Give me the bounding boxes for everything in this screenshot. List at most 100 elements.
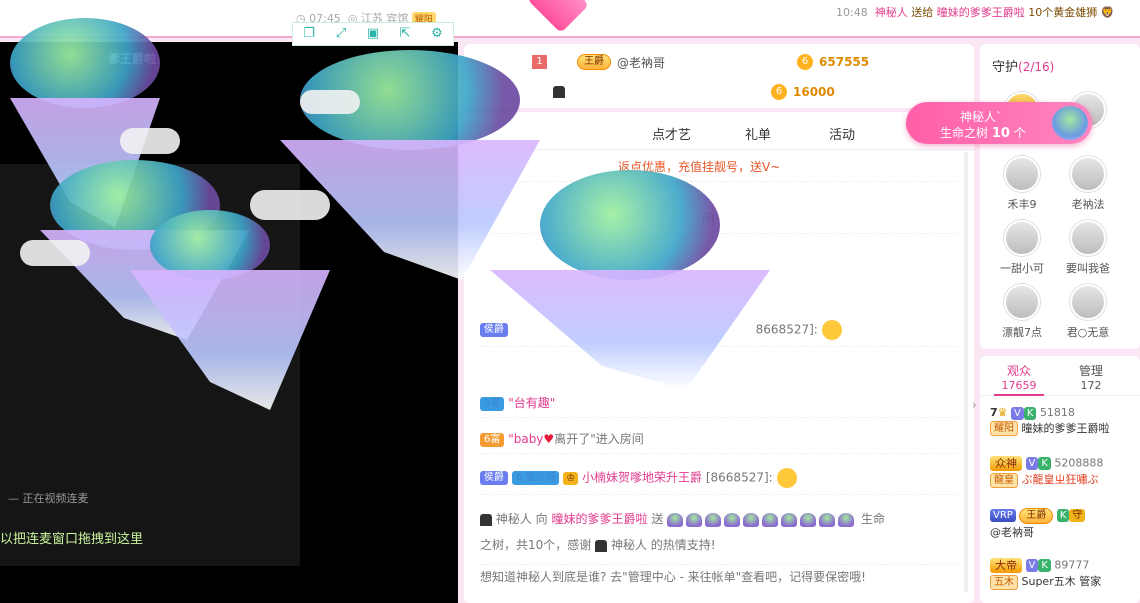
audience-panel: 观众 17659 管理 172 7♛ VK 51818 耀阳 曈妹的爹爹王爵啦 …	[980, 356, 1140, 603]
guard-member[interactable]: 君○无意	[1058, 284, 1118, 340]
baby-badge: 8 宝贝呀	[511, 471, 560, 485]
coin-icon: 6	[771, 84, 787, 100]
audience-row[interactable]: 7♛ VK 51818 耀阳 曈妹的爹爹王爵啦	[990, 406, 1140, 436]
chat-user-name[interactable]: 曈妹的爹爹王爵啦	[552, 512, 648, 526]
guard-icon: ♔	[563, 471, 579, 485]
rank-value: 16000	[793, 85, 835, 99]
admin-count: 172	[1080, 379, 1102, 392]
gift-tree-icon	[743, 512, 760, 527]
chevron-right-icon[interactable]: ›	[972, 398, 977, 412]
guard-name: 君○无意	[1066, 326, 1110, 339]
chat-message: 神秘人 向 曈妹的爹爹王爵啦 送 生命 之树，共10个，感谢 神秘人 的热情支持…	[480, 506, 958, 565]
guard-count: (2/16)	[1018, 60, 1055, 74]
export-icon[interactable]: ⇱	[398, 27, 412, 41]
ticker-time: 10:48	[836, 6, 868, 19]
guard-member[interactable]: 一甜小可	[992, 220, 1052, 276]
gift-tree-icon	[686, 512, 703, 527]
guard-name: 一甜小可	[1000, 262, 1044, 275]
rank-name[interactable]: @老衲哥	[617, 54, 665, 71]
video-inner-window[interactable]: — 正在视频连麦 以把连麦窗口拖拽到这里	[0, 164, 300, 566]
chat-message: 6富 "baby♥离开了"进入房间	[480, 430, 958, 454]
guard-title: 守护(2/16)	[992, 60, 1055, 75]
rank-value: 657555	[819, 55, 870, 69]
gift-tree-icon	[705, 512, 722, 527]
avatar[interactable]	[1070, 156, 1106, 192]
ticker-receiver[interactable]: 曈妹的爹爹王爵啦	[937, 6, 1025, 19]
gift-popup[interactable]: 神秘人` 生命之树 10 个	[906, 102, 1092, 144]
rank-row[interactable]: 6 16000	[532, 82, 835, 102]
tab-activity[interactable]: 活动	[829, 124, 855, 143]
lion-icon: 🦁	[1100, 6, 1115, 19]
ticker-verb: 送给	[911, 6, 934, 19]
title-badge: 大帝	[990, 558, 1022, 573]
video-connecting-text: — 正在视频连麦	[8, 492, 89, 505]
viewers-count: 17659	[1001, 379, 1037, 392]
gift-ticker: 10:48 神秘人 送给 曈妹的爹爹王爵啦 10个黄金雄狮 🦁	[836, 4, 1114, 20]
audience-name[interactable]: Super五木	[1022, 575, 1076, 588]
guard-name: 禾丰9	[1007, 198, 1037, 211]
chat-panel: 点才艺 礼单 活动 返点优惠，充值挂靓号，送V~ 间 侯爵 8668527]: …	[464, 112, 974, 603]
fullscreen-icon[interactable]: ⤢	[334, 27, 348, 41]
rank-number: 1	[532, 55, 547, 69]
level-badge: 侯爵	[480, 471, 508, 485]
video-anchor-name: 爹王爵啦	[108, 52, 157, 66]
save-icon[interactable]: ▣	[366, 27, 380, 41]
audience-name[interactable]: @老衲哥	[990, 526, 1034, 539]
settings-icon[interactable]: ⚙	[430, 27, 444, 41]
crown-icon: ♛	[997, 406, 1008, 419]
audience-name[interactable]: ぶ龍皇ㄓ狂嘯ぶ	[1022, 473, 1099, 486]
avatar[interactable]	[1070, 284, 1106, 320]
audience-name[interactable]: 曈妹的爹爹王爵啦	[1022, 422, 1110, 435]
chat-tabs: 点才艺 礼单 活动	[464, 112, 974, 150]
guard-member[interactable]: 要叫我爸	[1058, 220, 1118, 276]
drag-hint-text: 以把连麦窗口拖拽到这里	[0, 532, 144, 547]
avatar[interactable]	[1004, 284, 1040, 320]
gift-tree-icon	[819, 512, 836, 527]
audience-row[interactable]: 众神 VK 5208888 龍皇 ぶ龍皇ㄓ狂嘯ぶ	[990, 456, 1140, 488]
rank-panel: 1 王爵 @老衲哥 6 657555 6 16000	[464, 44, 974, 108]
emoji-icon	[776, 468, 797, 488]
popup-sender: 神秘人`	[960, 110, 1003, 124]
avatar[interactable]	[1004, 220, 1040, 256]
level-badge: 侯爵	[480, 323, 508, 337]
guard-member[interactable]: 漂靓7点	[992, 284, 1052, 340]
video-area[interactable]: 爹王爵啦 — 正在视频连麦 以把连麦窗口拖拽到这里	[0, 42, 458, 603]
level-badge: 6富	[480, 432, 505, 447]
gift-tree-icon	[724, 512, 741, 527]
chat-user-name[interactable]: "baby	[508, 432, 543, 446]
popup-gift: 生命之树 10 个	[940, 126, 1026, 141]
title-badge: VRP	[990, 508, 1016, 522]
audience-row[interactable]: VRP 王爵 K守 @老衲哥	[990, 508, 1140, 540]
guard-name: 漂靓7点	[1002, 326, 1042, 339]
level-badge: 3富	[480, 396, 505, 411]
avatar[interactable]	[1070, 220, 1106, 256]
mystery-hat-icon	[553, 86, 565, 98]
guard-member[interactable]: 老衲法	[1058, 156, 1118, 212]
guard-name: 老衲法	[1071, 198, 1105, 211]
gift-tree-icon	[781, 512, 798, 527]
rank-row[interactable]: 1 王爵 @老衲哥 6 657555	[532, 52, 869, 72]
tab-gift-list[interactable]: 礼单	[745, 124, 771, 143]
chat-message: 3富 "台有趣"	[480, 394, 958, 418]
guard-member[interactable]: 禾丰9	[992, 156, 1052, 212]
chat-message: 侯爵 8 宝贝呀 ♔ 小楠妹贺嗲地荣升王爵 [8668527]:	[480, 468, 958, 495]
gift-tree-icon	[667, 512, 684, 527]
emoji-icon	[821, 320, 842, 340]
guard-name: 要叫我爸	[1066, 262, 1110, 275]
rank-badge: 王爵	[577, 54, 611, 70]
heart-icon	[526, 0, 590, 34]
tab-viewers[interactable]: 观众 17659	[994, 362, 1044, 396]
heart-icon: ♥	[543, 432, 555, 446]
tab-talent[interactable]: 点才艺	[652, 124, 691, 143]
gift-tree-icon	[838, 512, 855, 527]
avatar[interactable]	[1004, 156, 1040, 192]
tab-admin[interactable]: 管理 172	[1066, 362, 1116, 392]
ticker-sender[interactable]: 神秘人	[875, 6, 908, 19]
chat-message: 返点优惠，充值挂靓号，送V~	[480, 158, 958, 182]
copy-icon[interactable]: ❐	[302, 27, 316, 41]
audience-row[interactable]: 大帝 VK 89777 五木 Super五木 管家	[990, 558, 1140, 590]
chat-scrollbar[interactable]	[964, 152, 968, 592]
top-bar: ◷ 07:45 ◎ 江苏 宾馆 耀阳 10:48 神秘人 送给 曈妹的爹爹王爵啦…	[0, 0, 1140, 38]
ticker-gift: 10个黄金雄狮	[1028, 6, 1098, 19]
audience-tabs: 观众 17659 管理 172	[980, 356, 1140, 396]
